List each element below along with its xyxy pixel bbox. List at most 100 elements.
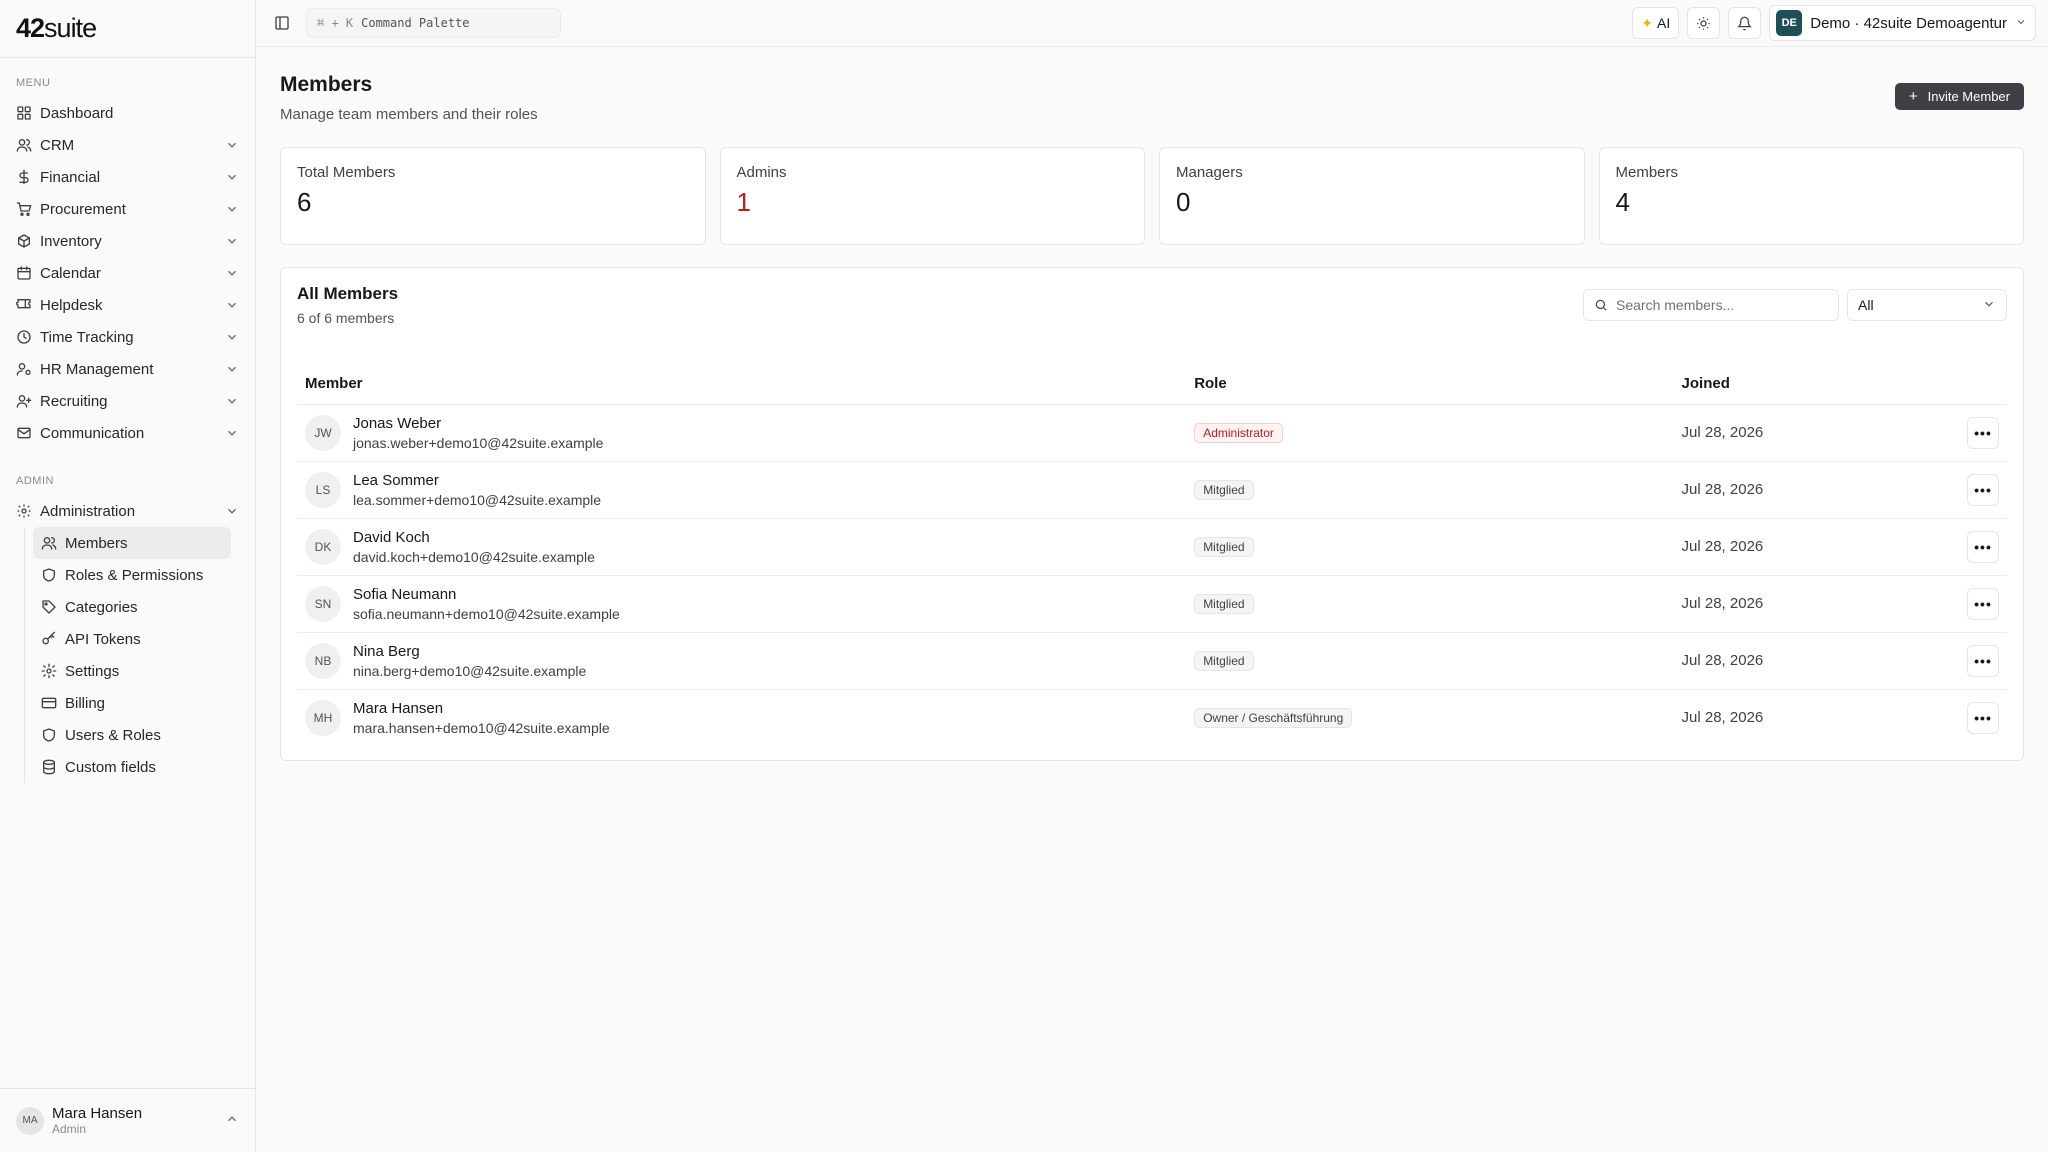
chevron-down-icon — [225, 138, 239, 152]
sidebar-item-recruiting[interactable]: Recruiting — [8, 385, 247, 417]
sidebar-item-hr-management[interactable]: HR Management — [8, 353, 247, 385]
row-actions-button[interactable]: ••• — [1967, 587, 1999, 620]
ai-label: AI — [1657, 15, 1671, 31]
sidebar-subitem-users-roles[interactable]: Users & Roles — [33, 719, 231, 751]
page-subtitle: Manage team members and their roles — [280, 106, 538, 123]
member-email: jonas.weber+demo10@42suite.example — [353, 434, 604, 451]
sidebar-item-crm[interactable]: CRM — [8, 129, 247, 161]
admin-submenu: Members Roles & Permissions Categories API … — [24, 527, 231, 783]
sidebar-subitem-api-tokens[interactable]: API Tokens — [33, 623, 231, 655]
sidebar-item-label: Recruiting — [40, 392, 108, 410]
sidebar-item-dashboard[interactable]: Dashboard — [8, 97, 247, 129]
sidebar-subitem-custom-fields[interactable]: Custom fields — [33, 751, 231, 783]
sidebar-subitem-label: Settings — [65, 662, 120, 680]
user-plus-icon — [16, 393, 32, 409]
member-email: sofia.neumann+demo10@42suite.example — [353, 605, 620, 622]
clock-icon — [16, 329, 32, 345]
role-badge: Mitglied — [1194, 593, 1254, 614]
table-row[interactable]: MH Mara Hansen mara.hansen+demo10@42suite.… — [297, 689, 2007, 746]
stat-value: 6 — [297, 187, 312, 217]
member-count: 6 of 6 members — [297, 310, 395, 326]
ticket-icon — [16, 297, 32, 313]
actions-cell: ••• — [1947, 518, 2007, 576]
sidebar-item-inventory[interactable]: Inventory — [8, 225, 247, 257]
sidebar-toggle-button[interactable] — [268, 9, 296, 37]
table-row[interactable]: SN Sofia Neumann sofia.neumann+demo10@42su… — [297, 575, 2007, 633]
row-actions-button[interactable]: ••• — [1967, 644, 1999, 677]
joined-cell: Jul 28, 2026 — [1673, 575, 1947, 633]
chevron-down-icon — [225, 504, 239, 518]
role-filter-select[interactable]: All — [1847, 289, 2007, 321]
chevron-down-icon — [225, 426, 239, 440]
sidebar-subitem-roles-permissions[interactable]: Roles & Permissions — [33, 559, 231, 591]
users-icon — [41, 535, 57, 551]
column-header-member: Member — [297, 364, 1187, 405]
sidebar-user-card[interactable]: MA Mara Hansen Admin — [0, 1088, 255, 1152]
main-area: ⌘ + K Command Palette ✦ AI DE Demo · 42s… — [256, 0, 2048, 1152]
search-input[interactable] — [1616, 297, 1816, 313]
theme-toggle-button[interactable] — [1687, 7, 1721, 39]
main-nav: Dashboard CRM Financial Procurement Inventor… — [0, 97, 255, 449]
sidebar-item-administration[interactable]: Administration — [8, 495, 247, 527]
command-palette-button[interactable]: ⌘ + K Command Palette — [306, 8, 561, 38]
joined-date: Jul 28, 2026 — [1681, 595, 1764, 612]
member-name: Nina Berg — [353, 642, 420, 660]
search-field[interactable] — [1583, 289, 1839, 321]
chevron-up-icon — [225, 1112, 239, 1130]
command-shortcut: ⌘ + K — [317, 16, 354, 30]
dashboard-icon — [16, 105, 32, 121]
notifications-button[interactable] — [1728, 7, 1762, 39]
table-row[interactable]: JW Jonas Weber jonas.weber+demo10@42suite.… — [297, 404, 2007, 462]
sidebar-subitem-members[interactable]: Members — [33, 527, 231, 559]
organization-switcher[interactable]: DE Demo · 42suite Demoagentur — [1769, 5, 2036, 41]
row-actions-button[interactable]: ••• — [1967, 701, 1999, 734]
sidebar-item-helpdesk[interactable]: Helpdesk — [8, 289, 247, 321]
key-icon — [41, 631, 57, 647]
chevron-down-icon — [225, 298, 239, 312]
sidebar-item-financial[interactable]: Financial — [8, 161, 247, 193]
invite-member-button[interactable]: + Invite Member — [1894, 83, 2024, 110]
joined-date: Jul 28, 2026 — [1681, 709, 1764, 727]
role-cell: Owner / Geschäftsführung — [1186, 689, 1673, 746]
actions-cell: ••• — [1947, 461, 2007, 519]
more-horizontal-icon: ••• — [1974, 424, 1992, 441]
sidebar-subitem-settings[interactable]: Settings — [33, 655, 231, 687]
sidebar-subitem-billing[interactable]: Billing — [33, 687, 231, 719]
shield-icon — [41, 567, 57, 583]
joined-date: Jul 28, 2026 — [1681, 424, 1764, 441]
page-content: Members Manage team members and their ro… — [256, 47, 2048, 761]
gear-icon — [41, 663, 57, 679]
sidebar: 42 suite MENU Dashboard CRM Financial Procur… — [0, 0, 256, 1152]
table-header-row: Member Role Joined — [297, 364, 2007, 405]
sidebar-item-time-tracking[interactable]: Time Tracking — [8, 321, 247, 353]
joined-cell: Jul 28, 2026 — [1673, 461, 1947, 519]
table-row[interactable]: LS Lea Sommer lea.sommer+demo10@42suite.ex… — [297, 461, 2007, 519]
joined-date: Jul 28, 2026 — [1681, 652, 1764, 669]
sidebar-subitem-label: Billing — [65, 694, 106, 712]
table-row[interactable]: DK David Koch david.koch+demo10@42suite.ex… — [297, 518, 2007, 576]
member-cell: JW Jonas Weber jonas.weber+demo10@42suite.… — [297, 404, 1187, 462]
tag-icon — [41, 599, 57, 615]
org-avatar: DE — [1776, 10, 1803, 36]
ai-button[interactable]: ✦ AI — [1632, 7, 1680, 39]
sidebar-item-calendar[interactable]: Calendar — [8, 257, 247, 289]
sidebar-item-procurement[interactable]: Procurement — [8, 193, 247, 225]
row-actions-button[interactable]: ••• — [1967, 530, 1999, 563]
sidebar-subitem-categories[interactable]: Categories — [33, 591, 231, 623]
sidebar-item-label: Procurement — [40, 200, 126, 218]
app-root: 42 suite MENU Dashboard CRM Financial Procur… — [0, 0, 2048, 1152]
sidebar-item-label: Calendar — [40, 264, 101, 282]
row-actions-button[interactable]: ••• — [1967, 473, 1999, 506]
avatar: JW — [305, 414, 341, 451]
database-icon — [41, 759, 57, 775]
user-role: Admin — [52, 1122, 87, 1136]
table-row[interactable]: NB Nina Berg nina.berg+demo10@42suite.exam… — [297, 632, 2007, 690]
member-cell: DK David Koch david.koch+demo10@42suite.ex… — [297, 518, 1187, 576]
avatar: DK — [305, 528, 341, 565]
brand-logo[interactable]: 42 suite — [0, 0, 255, 58]
sidebar-item-communication[interactable]: Communication — [8, 417, 247, 449]
members-table: Member Role Joined JW Jonas Weber jonas.we… — [297, 364, 2007, 746]
logo-word: suite — [44, 13, 97, 43]
member-email: nina.berg+demo10@42suite.example — [353, 662, 587, 679]
row-actions-button[interactable]: ••• — [1967, 416, 1999, 449]
